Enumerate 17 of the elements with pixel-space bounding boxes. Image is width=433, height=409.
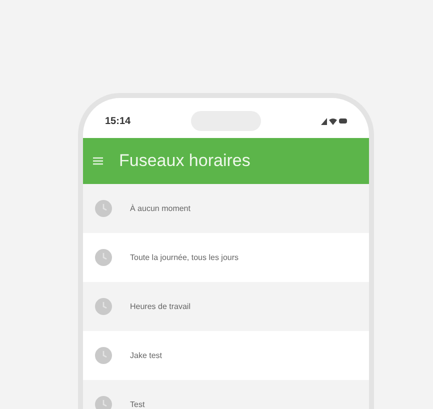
clock-icon <box>95 298 112 315</box>
clock-icon <box>95 347 112 364</box>
clock-icon <box>95 249 112 266</box>
row-label: Test <box>130 398 145 409</box>
row-label: Jake test <box>130 350 162 362</box>
status-icons <box>320 117 347 125</box>
time-zone-row[interactable]: Heures de travail <box>83 282 369 331</box>
header-title: Fuseaux horaires <box>119 150 250 172</box>
status-time: 15:14 <box>105 114 131 128</box>
time-zone-row[interactable]: Test <box>83 380 369 409</box>
time-zone-row[interactable]: À aucun moment <box>83 184 369 233</box>
menu-icon[interactable] <box>93 157 103 165</box>
clock-icon <box>95 200 112 217</box>
clock-icon <box>95 396 112 409</box>
row-label: Toute la journée, tous les jours <box>130 252 239 264</box>
row-label: Heures de travail <box>130 300 190 312</box>
row-label: À aucun moment <box>130 202 190 214</box>
